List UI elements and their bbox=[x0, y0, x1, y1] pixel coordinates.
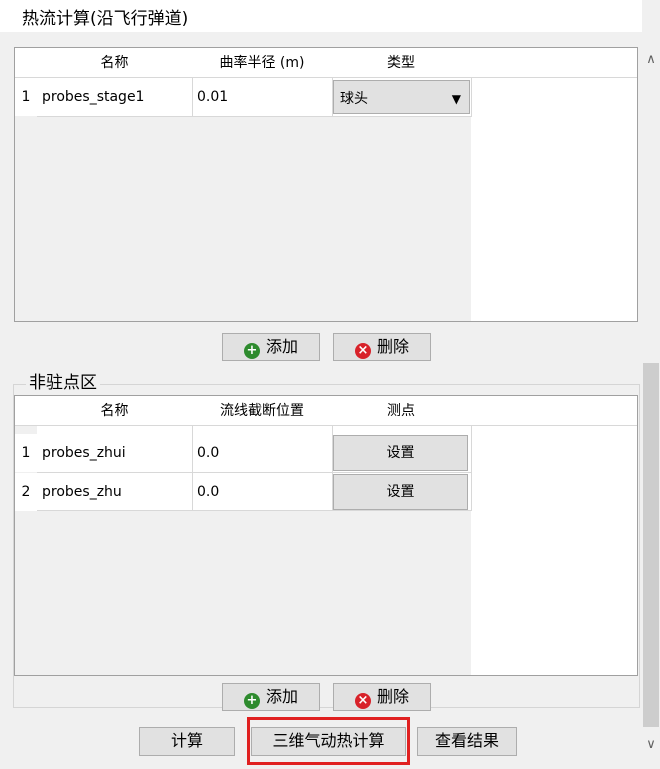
cell-name[interactable]: probes_zhui bbox=[37, 434, 192, 472]
group-title: 非驻点区 bbox=[26, 373, 100, 393]
type-dropdown-value: 球头 bbox=[340, 91, 368, 107]
column-header-position: 流线截断位置 bbox=[220, 403, 304, 419]
set-probe-button[interactable]: 设置 bbox=[333, 474, 468, 510]
plus-circle-icon: + bbox=[243, 693, 260, 709]
x-circle-icon: × bbox=[354, 693, 371, 709]
scroll-down-icon[interactable]: ∨ bbox=[642, 733, 660, 757]
stagnation-table: 名称 曲率半径 (m) 类型 1 probes_stage1 0.01 球头 ▼ bbox=[14, 47, 638, 322]
divider bbox=[37, 510, 471, 511]
plus-circle-icon: + bbox=[243, 343, 260, 359]
non-stagnation-table: 名称 流线截断位置 测点 1 probes_zhui 0.0 设置 2 prob… bbox=[14, 395, 638, 676]
type-dropdown[interactable]: 球头 ▼ bbox=[333, 80, 470, 114]
divider bbox=[192, 78, 193, 117]
column-header-name: 名称 bbox=[100, 55, 129, 71]
delete-button-label: 删除 bbox=[376, 337, 409, 356]
panel-title: 热流计算(沿飞行弹道) bbox=[22, 9, 189, 29]
add-stagnation-button[interactable]: + 添加 bbox=[222, 333, 320, 361]
cell-type: 球头 ▼ bbox=[332, 78, 471, 116]
divider bbox=[37, 472, 471, 473]
divider bbox=[37, 116, 471, 117]
row-number: 1 bbox=[15, 434, 37, 472]
view-results-button[interactable]: 查看结果 bbox=[417, 727, 517, 756]
divider bbox=[471, 426, 472, 511]
set-probe-button[interactable]: 设置 bbox=[333, 435, 468, 471]
table-header: 名称 曲率半径 (m) 类型 bbox=[15, 48, 637, 78]
divider bbox=[332, 426, 333, 511]
add-non-stagnation-button[interactable]: + 添加 bbox=[222, 683, 320, 711]
divider bbox=[471, 78, 472, 117]
scroll-thumb[interactable] bbox=[643, 363, 659, 727]
add-button-label: 添加 bbox=[265, 337, 298, 356]
delete-stagnation-button[interactable]: × 删除 bbox=[333, 333, 431, 361]
delete-non-stagnation-button[interactable]: × 删除 bbox=[333, 683, 431, 711]
add-button-label: 添加 bbox=[265, 687, 298, 706]
triangle-down-icon: ▼ bbox=[451, 92, 461, 106]
column-header-type: 类型 bbox=[387, 55, 415, 71]
row-number: 1 bbox=[15, 78, 37, 116]
column-header-name: 名称 bbox=[100, 403, 129, 419]
row-number: 2 bbox=[15, 473, 37, 511]
cell-probe: 设置 bbox=[332, 434, 471, 472]
delete-button-label: 删除 bbox=[376, 687, 409, 706]
calc-3d-aeroheat-button[interactable]: 三维气动热计算 bbox=[251, 727, 406, 756]
cell-position[interactable]: 0.0 bbox=[192, 473, 332, 511]
cell-name[interactable]: probes_zhu bbox=[37, 473, 192, 511]
divider bbox=[332, 78, 333, 117]
cell-probe: 设置 bbox=[332, 473, 471, 511]
empty-grid-area bbox=[37, 511, 471, 675]
cell-position[interactable]: 0.0 bbox=[192, 434, 332, 472]
cell-radius[interactable]: 0.01 bbox=[192, 78, 332, 116]
column-header-radius: 曲率半径 (m) bbox=[219, 55, 305, 71]
empty-grid-area bbox=[37, 117, 471, 321]
calculate-button[interactable]: 计算 bbox=[139, 727, 235, 756]
x-circle-icon: × bbox=[354, 343, 371, 359]
title-bar: 热流计算(沿飞行弹道) bbox=[0, 0, 642, 32]
divider bbox=[192, 426, 193, 511]
table-header: 名称 流线截断位置 测点 bbox=[15, 396, 637, 426]
cell-name[interactable]: probes_stage1 bbox=[37, 78, 192, 116]
scroll-up-icon[interactable]: ∧ bbox=[642, 48, 660, 72]
column-header-probe: 测点 bbox=[387, 403, 415, 419]
